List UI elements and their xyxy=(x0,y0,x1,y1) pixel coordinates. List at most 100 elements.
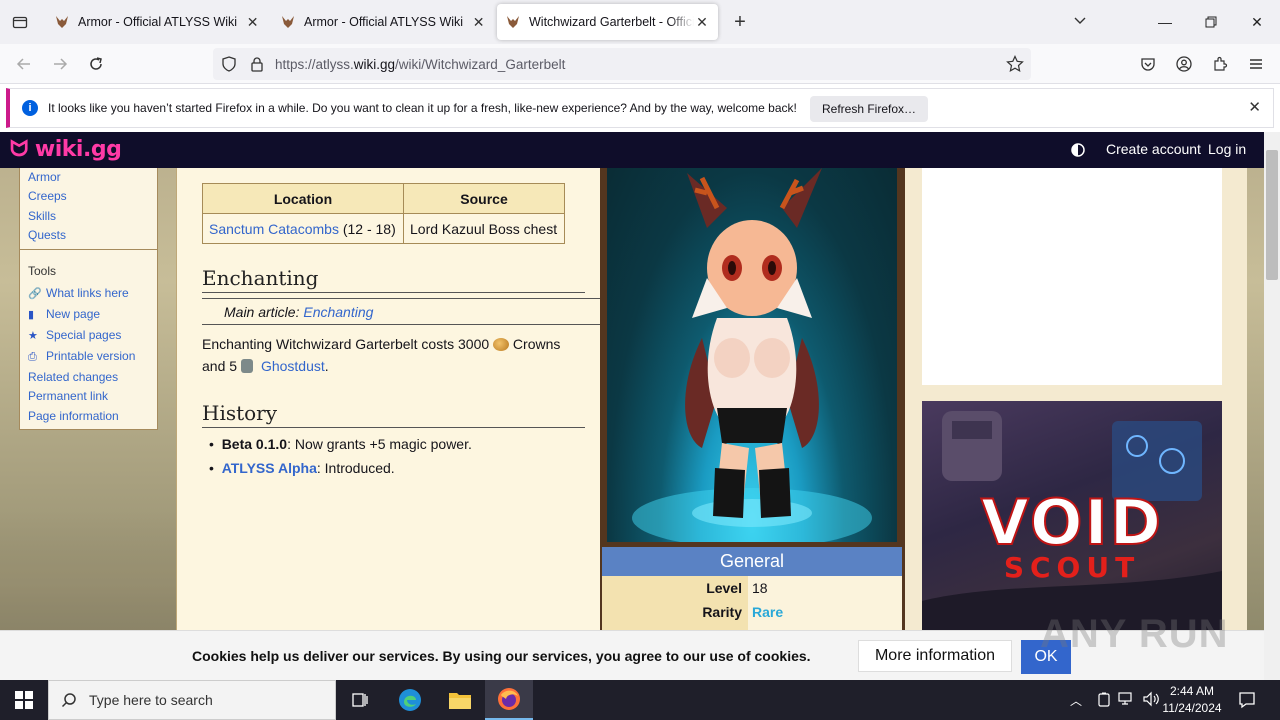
crowns-text: Crowns xyxy=(509,336,561,352)
sidebar-item-skills[interactable]: Skills xyxy=(28,209,56,223)
theme-toggle-icon[interactable] xyxy=(1070,142,1086,161)
pocket-icon[interactable] xyxy=(1134,50,1162,78)
menu-icon[interactable] xyxy=(1242,50,1270,78)
location-table: Location Source Sanctum Catacombs (12 - … xyxy=(202,183,565,244)
refresh-firefox-button[interactable]: Refresh Firefox… xyxy=(810,96,929,122)
anyrun-watermark: ANY RUN xyxy=(1040,612,1229,656)
tab-strip: Armor - Official ATLYSS Wiki ✕ Armor - O… xyxy=(0,0,1280,44)
firefox-taskbar-icon[interactable] xyxy=(485,680,533,720)
system-clock[interactable]: 2:44 AM 11/24/2024 xyxy=(1160,683,1224,717)
file-explorer-icon[interactable] xyxy=(436,680,484,720)
close-notification-icon[interactable]: ✕ xyxy=(1248,98,1261,116)
search-icon xyxy=(61,692,77,708)
sidebar-tool-related-changes[interactable]: Related changes xyxy=(28,370,118,384)
sidebar-item-armor[interactable]: Armor xyxy=(28,170,61,184)
notifications-icon[interactable] xyxy=(1238,691,1256,712)
wiki-gg-logo[interactable]: ᗢ wiki.gg xyxy=(10,137,122,162)
location-link[interactable]: Sanctum Catacombs xyxy=(209,221,339,237)
printer-icon: ⎙ xyxy=(28,351,37,363)
ghostdust-link[interactable]: Ghostdust xyxy=(261,358,325,374)
tools-heading: Tools xyxy=(28,264,57,278)
scrollbar-thumb[interactable] xyxy=(1266,150,1278,280)
location-range: (12 - 18) xyxy=(338,220,396,237)
battery-icon[interactable] xyxy=(1096,692,1112,711)
task-view-icon[interactable] xyxy=(336,680,384,720)
extensions-icon[interactable] xyxy=(1206,50,1234,78)
close-tab-icon[interactable]: ✕ xyxy=(694,14,710,31)
log-in-link[interactable]: Log in xyxy=(1208,141,1246,157)
advertisement-blank xyxy=(922,168,1222,385)
logo-text: wiki.gg xyxy=(34,137,122,162)
bookmark-star-icon[interactable] xyxy=(1006,55,1024,76)
sidebar-tool-what-links-here[interactable]: 🔗 What links here xyxy=(28,286,129,300)
period: . xyxy=(324,358,329,374)
tab-favicon-icon xyxy=(505,14,521,30)
navigation-toolbar: https://atlyss.wiki.gg/wiki/Witchwizard_… xyxy=(0,44,1280,84)
sidebar-item-creeps[interactable]: Creeps xyxy=(28,189,67,203)
start-button[interactable] xyxy=(0,680,48,720)
list-all-tabs-icon[interactable] xyxy=(1072,12,1092,32)
tab-overview-icon[interactable] xyxy=(10,12,30,32)
clock-time: 2:44 AM xyxy=(1169,684,1215,698)
sidebar-tool-page-information[interactable]: Page information xyxy=(28,409,119,423)
column-header-source: Source xyxy=(403,183,565,214)
tab-favicon-icon xyxy=(280,14,296,30)
enchanting-paragraph: Enchanting Witchwizard Garterbelt costs … xyxy=(202,333,592,377)
enchanting-text-1: Enchanting Witchwizard Garterbelt costs … xyxy=(202,336,494,352)
restore-icon[interactable] xyxy=(1188,0,1234,44)
sidebar: Armor Creeps Skills Quests Tools 🔗 What l… xyxy=(19,168,158,430)
url-text[interactable]: https://atlyss.wiki.gg/wiki/Witchwizard_… xyxy=(275,57,565,72)
enchanting-article-link[interactable]: Enchanting xyxy=(303,304,373,320)
main-article-prefix: Main article: xyxy=(224,304,304,320)
column-header-location: Location xyxy=(202,183,404,214)
list-item: • Beta 0.1.0: Now grants +5 magic power. xyxy=(209,436,472,452)
new-tab-icon[interactable]: + xyxy=(728,10,752,34)
tab-armor-2[interactable]: Armor - Official ATLYSS Wiki ✕ xyxy=(272,4,494,40)
more-information-button[interactable]: More information xyxy=(858,640,1012,672)
sidebar-tool-special-pages[interactable]: ★ Special pages xyxy=(28,328,121,342)
star-icon: ★ xyxy=(28,330,38,342)
tab-favicon-icon xyxy=(54,14,70,30)
infobox-key: Level xyxy=(602,576,748,600)
clock-date: 11/24/2024 xyxy=(1162,701,1222,715)
main-article-note: Main article: Enchanting xyxy=(202,298,600,325)
tab-witchwizard-garterbelt[interactable]: Witchwizard Garterbelt - Official ATLYSS… xyxy=(497,4,718,40)
infobox-value-level: 18 xyxy=(748,576,902,600)
windows-taskbar: Type here to search ︿ 2:44 AM 11/24/2024 xyxy=(0,680,1280,720)
sidebar-item-quests[interactable]: Quests xyxy=(28,228,66,242)
table-row: Sanctum Catacombs (12 - 18) Lord Kazuul … xyxy=(202,213,565,244)
history-text: : Now grants +5 magic power. xyxy=(287,436,472,452)
close-tab-icon[interactable]: ✕ xyxy=(471,14,486,31)
character-illustration xyxy=(632,168,872,542)
address-bar[interactable]: https://atlyss.wiki.gg/wiki/Witchwizard_… xyxy=(213,48,1031,80)
sidebar-tool-printable-version[interactable]: ⎙ Printable version xyxy=(28,349,135,364)
lock-icon[interactable] xyxy=(249,56,265,75)
infobox-row-level: Level 18 xyxy=(602,576,902,600)
forward-icon[interactable] xyxy=(46,50,74,78)
tracking-protection-icon[interactable] xyxy=(221,56,237,75)
enchanting-text-2: and 5 xyxy=(202,358,241,374)
infobox-section-general: General xyxy=(602,547,902,576)
network-icon[interactable] xyxy=(1118,691,1136,710)
tab-title: Witchwizard Garterbelt - Official ATLYSS… xyxy=(529,15,695,29)
sidebar-tool-new-page[interactable]: ▮ New page xyxy=(28,307,100,321)
tab-armor-1[interactable]: Armor - Official ATLYSS Wiki ✕ xyxy=(46,4,268,40)
account-icon[interactable] xyxy=(1170,50,1198,78)
edge-icon[interactable] xyxy=(386,680,434,720)
ghostdust-icon xyxy=(240,359,253,373)
cookie-message: Cookies help us deliver our services. By… xyxy=(192,648,811,664)
back-icon[interactable] xyxy=(10,50,38,78)
volume-icon[interactable] xyxy=(1142,691,1160,710)
void-scout-advertisement[interactable]: VOID SCOUT xyxy=(922,401,1222,630)
source-cell: Lord Kazuul Boss chest xyxy=(403,213,565,244)
sidebar-tool-permanent-link[interactable]: Permanent link xyxy=(28,389,108,403)
reload-icon[interactable] xyxy=(82,50,110,78)
taskbar-search-box[interactable]: Type here to search xyxy=(48,680,336,720)
show-hidden-icons-icon[interactable]: ︿ xyxy=(1070,692,1082,709)
atlyss-alpha-link[interactable]: ATLYSS Alpha xyxy=(222,460,317,476)
close-window-icon[interactable]: ✕ xyxy=(1234,0,1280,44)
minimize-icon[interactable]: — xyxy=(1142,0,1188,44)
create-account-link[interactable]: Create account xyxy=(1106,141,1201,157)
ad-brand-void: VOID xyxy=(980,485,1164,560)
close-tab-icon[interactable]: ✕ xyxy=(245,14,260,31)
